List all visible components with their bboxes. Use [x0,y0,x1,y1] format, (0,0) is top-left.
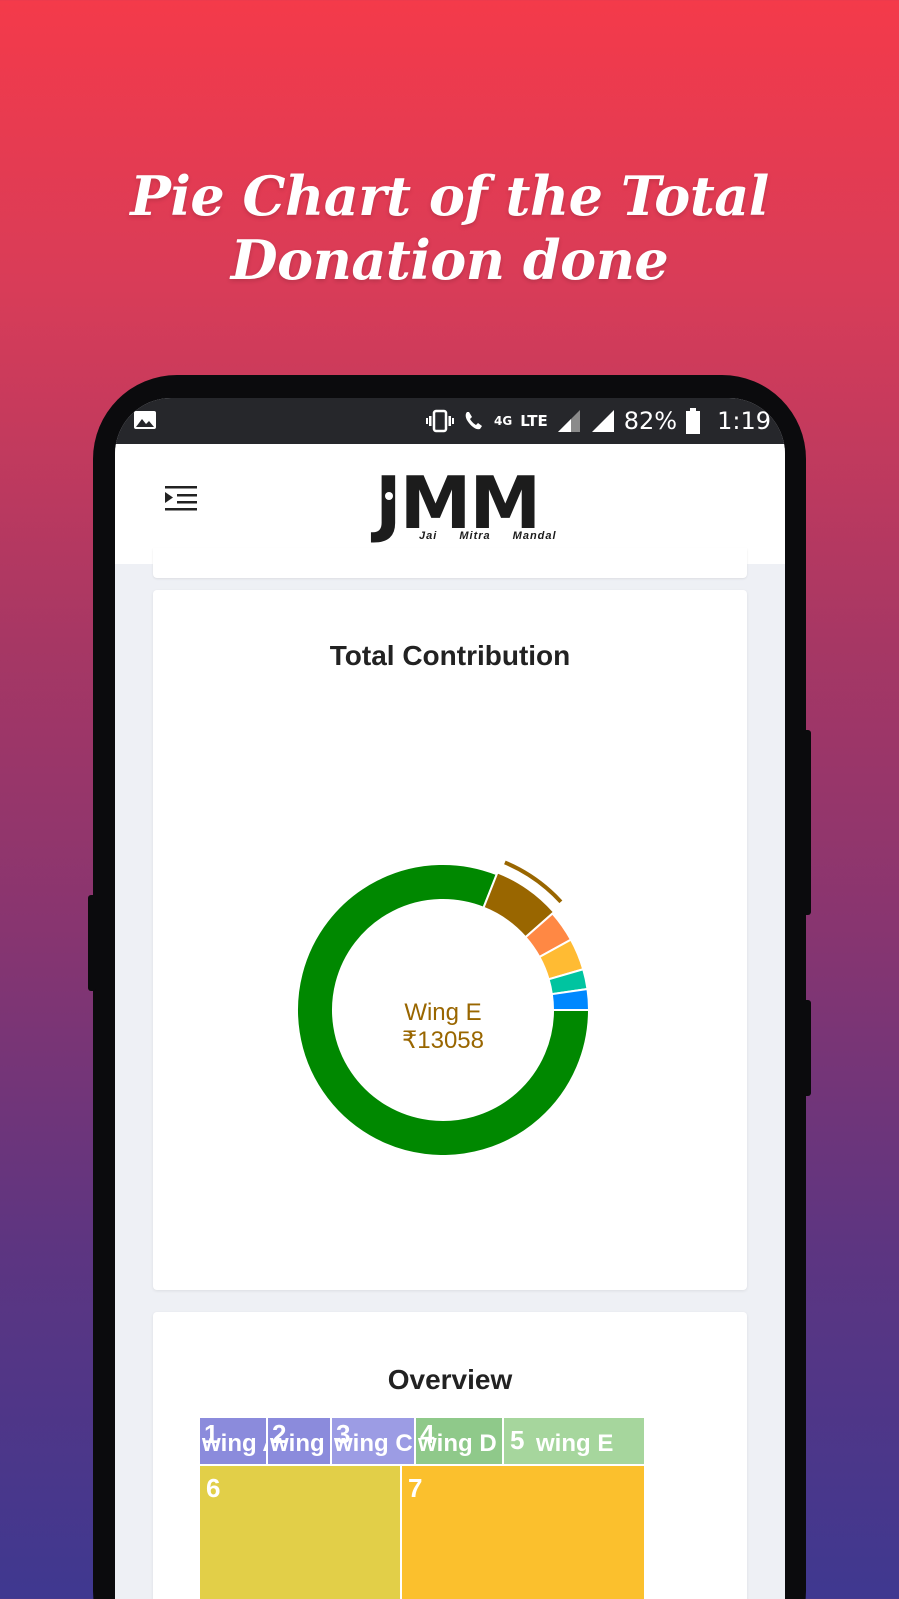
donut-center-label: Wing E [404,999,481,1026]
treemap-cell-3[interactable]: 3 wing C [332,1418,414,1464]
treemap-cell-number: 5 [510,1425,525,1455]
call-wifi-icon [465,412,482,430]
phone-left-button [88,895,96,991]
signal-icon-1 [557,410,580,432]
treemap-cell-number: 6 [206,1473,221,1503]
treemap-cell-label: wing B [270,1430,330,1457]
total-contribution-card: Total Contribution Wing E ₹13058 [153,590,747,1290]
phone-right-button-1 [803,730,811,915]
logo: JMM Jai Mitra Mandal [375,464,575,546]
treemap-cell-number: 7 [408,1473,423,1503]
overview-treemap: 1wing A2wing B3wing C4wing D 5 wing E 6 7 [200,1418,645,1599]
network-lte: LTE [520,412,548,430]
overview-card: Overview 1wing A2wing B3wing C4wing D 5 wi… [153,1312,747,1599]
previous-card [153,548,747,578]
vibrate-icon [425,409,454,433]
overview-title: Overview [387,1364,513,1395]
logo-subtitle: Jai Mitra Mandal [419,530,557,542]
treemap-cell-label: wing D [418,1430,497,1457]
donut-chart[interactable]: Wing E ₹13058 [293,835,613,1155]
menu-icon[interactable] [165,484,197,512]
treemap-cell-5[interactable]: 5 wing E [504,1418,644,1464]
phone-right-button-2 [803,1000,811,1096]
signal-icon-2 [591,410,614,432]
clock: 1:19 [717,407,771,435]
battery-percent: 82% [623,407,678,435]
treemap-cell-label: wing E [536,1430,614,1457]
app-bar: JMM Jai Mitra Mandal [115,444,785,564]
status-icons: 4G LTE 82% 1:19 [425,404,771,438]
headline: Pie Chart of the Total Donation done [130,164,769,292]
treemap-cell-1[interactable]: 1wing A [200,1418,266,1464]
treemap-cell-2[interactable]: 2wing B [268,1418,330,1464]
treemap-cell-6[interactable]: 6 [200,1466,400,1599]
treemap-cell-label: wing C [334,1430,413,1457]
total-contribution-title: Total Contribution [329,640,571,671]
phone-screen: 4G LTE 82% 1:19 JMM Jai Mitra Mandal Tot… [115,398,785,1599]
gallery-icon [134,411,156,429]
treemap-cell-7[interactable]: 7 [402,1466,644,1599]
network-4g: 4G [493,414,513,428]
donut-center-value: ₹13058 [402,1027,484,1054]
logo-elephant-eye [385,492,393,500]
treemap-cell-4[interactable]: 4 wing D [416,1418,502,1464]
status-bar: 4G LTE 82% 1:19 [115,398,785,444]
treemap-cell-label: wing A [202,1430,266,1457]
battery-icon [686,408,701,434]
